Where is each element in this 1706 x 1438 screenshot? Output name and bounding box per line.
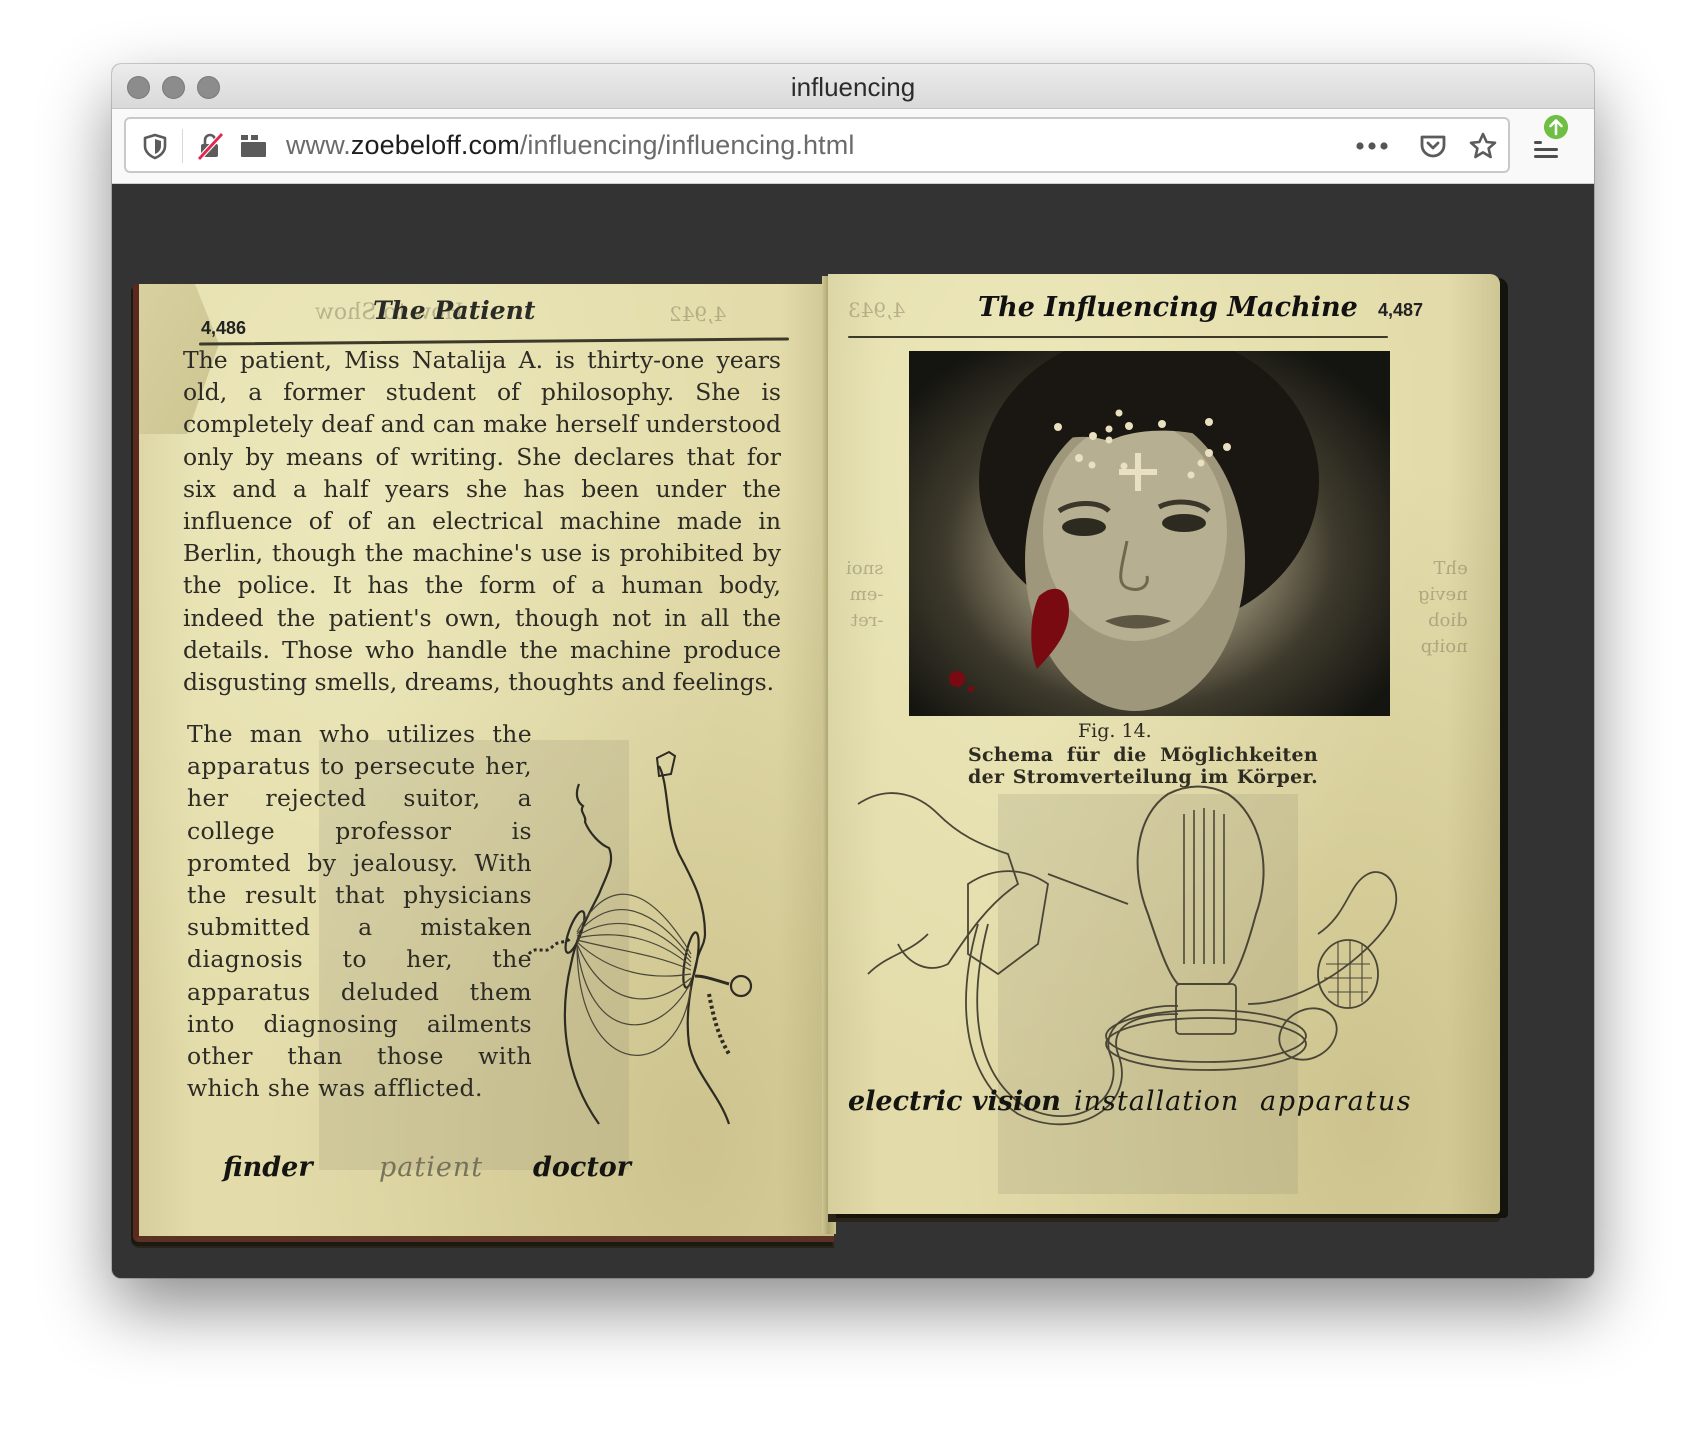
nav-link-installation[interactable]: installation bbox=[1074, 1086, 1239, 1117]
shield-icon[interactable] bbox=[140, 131, 170, 161]
figure-caption-line-1: Schema für die Möglichkeiten bbox=[968, 744, 1318, 766]
paragraph-intro: The patient, Miss Natalija A. is thirty-… bbox=[183, 346, 781, 697]
url-text[interactable]: www.zoebeloff.com/influencing/influencin… bbox=[286, 130, 854, 161]
portrait-photo bbox=[909, 351, 1390, 716]
address-bar[interactable]: www.zoebeloff.com/influencing/influencin… bbox=[124, 117, 1510, 173]
address-bar-separator bbox=[182, 129, 183, 163]
navigation-toolbar: www.zoebeloff.com/influencing/influencin… bbox=[112, 109, 1594, 184]
nav-link-electric-vision[interactable]: electric vision bbox=[848, 1086, 1061, 1117]
update-arrow-icon[interactable] bbox=[1544, 115, 1568, 139]
ghost-bleed-text-right: ehT nevig diob noitp bbox=[1418, 558, 1468, 657]
page-title-left: The Patient bbox=[373, 296, 536, 325]
page-content: How to Show 4,942 The Patient 4,486 The … bbox=[112, 184, 1594, 1278]
window-title: influencing bbox=[790, 72, 916, 102]
star-icon[interactable] bbox=[1468, 131, 1498, 161]
nav-link-finder[interactable]: finder bbox=[223, 1152, 313, 1183]
left-page: How to Show 4,942 The Patient 4,486 The … bbox=[133, 284, 834, 1242]
page-title-right: The Influencing Machine bbox=[978, 292, 1358, 323]
nav-link-apparatus[interactable]: apparatus bbox=[1260, 1086, 1412, 1117]
body-with-wires-illustration bbox=[527, 750, 753, 1125]
ghost-page-number: 4,942 bbox=[669, 302, 727, 326]
nav-link-doctor[interactable]: doctor bbox=[533, 1152, 631, 1183]
header-rule bbox=[848, 336, 1388, 338]
url-prefix: www. bbox=[286, 130, 351, 160]
ghost-bleed-text-left: snoi -em -ret bbox=[846, 558, 884, 631]
more-horizontal-icon[interactable] bbox=[1352, 131, 1392, 161]
url-path: /influencing/influencing.html bbox=[519, 130, 855, 160]
nav-link-patient[interactable]: patient bbox=[379, 1152, 483, 1183]
right-page: 4,943 The Influencing Machine 4,487 snoi… bbox=[828, 274, 1500, 1214]
figure-label: Fig. 14. bbox=[1078, 720, 1152, 742]
browser-window: influencing www.zoebeloff.com/influencin… bbox=[112, 64, 1594, 1278]
title-bar: influencing bbox=[112, 64, 1594, 109]
portrait-photo-art bbox=[949, 351, 1319, 711]
lock-slash-icon[interactable] bbox=[196, 131, 226, 161]
paragraph-persecutor: The man who utilizes the apparatus to pe… bbox=[187, 720, 532, 1103]
media-icon[interactable] bbox=[238, 131, 268, 161]
page-number-left: 4,486 bbox=[201, 318, 247, 338]
url-host: zoebeloff.com bbox=[350, 130, 520, 160]
ghost-page-number: 4,943 bbox=[848, 298, 906, 322]
pocket-icon[interactable] bbox=[1418, 131, 1448, 161]
page-number-right: 4,487 bbox=[1378, 300, 1424, 320]
